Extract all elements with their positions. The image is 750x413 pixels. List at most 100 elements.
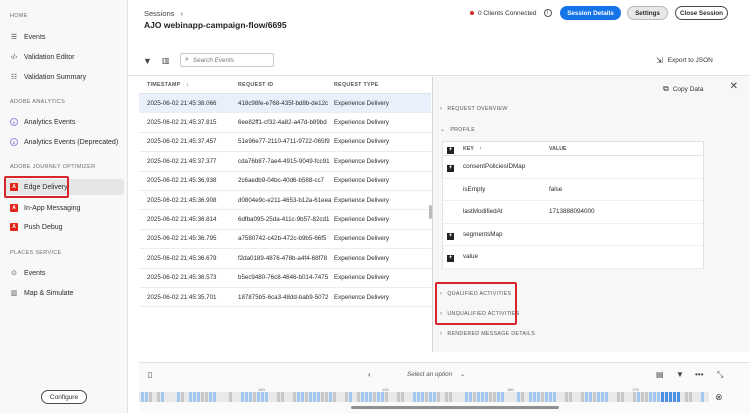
timeline-event-marker[interactable]	[597, 392, 600, 402]
timeline-event-marker[interactable]	[185, 392, 188, 402]
timeline-event-marker[interactable]	[669, 392, 672, 402]
timeline-event-marker[interactable]	[473, 392, 476, 402]
timeline-event-marker[interactable]	[581, 392, 584, 402]
timeline-event-marker[interactable]	[169, 392, 172, 402]
timeline-event-marker[interactable]	[649, 392, 652, 402]
timeline-event-marker[interactable]	[469, 392, 472, 402]
collapse-icon[interactable]: ⤡	[717, 370, 723, 380]
timeline-event-marker[interactable]	[229, 392, 232, 402]
timeline-event-marker[interactable]	[417, 392, 420, 402]
sidebar-item-in-app-messaging[interactable]: A In-App Messaging	[4, 200, 124, 216]
timeline-event-marker[interactable]	[405, 392, 408, 402]
expand-icon[interactable]: +	[447, 165, 454, 173]
timeline-event-marker[interactable]	[357, 392, 360, 402]
timeline-event-marker[interactable]	[241, 392, 244, 402]
timeline-event-marker[interactable]	[601, 392, 604, 402]
timeline-event-marker[interactable]	[661, 392, 664, 402]
timeline-event-marker[interactable]	[309, 392, 312, 402]
table-row[interactable]: 2025-06-02 21:45:37.377 cda76b87-7ae4-491…	[139, 152, 431, 172]
timeline-event-marker[interactable]	[249, 392, 252, 402]
timeline-event-marker[interactable]	[141, 392, 144, 402]
timeline-event-marker[interactable]	[321, 392, 324, 402]
timeline-event-marker[interactable]	[181, 392, 184, 402]
timeline-event-marker[interactable]	[225, 392, 228, 402]
timeline-event-marker[interactable]	[629, 392, 632, 402]
timeline-event-marker[interactable]	[429, 392, 432, 402]
timeline-event-marker[interactable]	[217, 392, 220, 402]
timeline-event-marker[interactable]	[585, 392, 588, 402]
search-input[interactable]	[192, 56, 268, 64]
column-key[interactable]: + KEY ↑	[443, 146, 549, 154]
profile-row[interactable]: + consentPoliciesIDMap	[443, 156, 703, 179]
section-qualified-activities[interactable]: › QUALIFIED ACTIVITIES	[440, 291, 511, 297]
info-icon[interactable]: i	[543, 9, 552, 17]
timeline-event-marker[interactable]	[569, 392, 572, 402]
timeline-event-marker[interactable]	[541, 392, 544, 402]
sidebar-item-map-simulate[interactable]: ▥ Map & Simulate	[4, 285, 124, 301]
table-row[interactable]: 2025-06-02 21:45:36.908 d0804e9c-e211-465…	[139, 191, 431, 211]
timeline-event-marker[interactable]	[333, 392, 336, 402]
timeline-event-marker[interactable]	[477, 392, 480, 402]
timeline-event-marker[interactable]	[201, 392, 204, 402]
timeline-event-marker[interactable]	[677, 392, 680, 402]
section-unqualified-activities[interactable]: › UNQUALIFIED ACTIVITIES	[440, 311, 520, 317]
timeline-event-marker[interactable]	[433, 392, 436, 402]
table-row[interactable]: 2025-06-02 21:45:35.701 187875b5-6ca3-48d…	[139, 288, 431, 308]
timeline-event-marker[interactable]	[645, 392, 648, 402]
timeline-event-marker[interactable]	[145, 392, 148, 402]
timeline-event-marker[interactable]	[593, 392, 596, 402]
timeline-event-marker[interactable]	[637, 392, 640, 402]
timeline-event-marker[interactable]	[285, 392, 288, 402]
timeline-event-marker[interactable]	[233, 392, 236, 402]
table-row[interactable]: 2025-06-02 21:45:38.066 418c98fe-e768-435…	[139, 94, 431, 114]
sidebar-item-places-events[interactable]: ⊙ Events	[4, 265, 124, 281]
sidebar-item-push-debug[interactable]: A Push Debug	[4, 219, 124, 235]
timeline-event-marker[interactable]	[561, 392, 564, 402]
timeline-event-marker[interactable]	[401, 392, 404, 402]
timeline-event-marker[interactable]	[205, 392, 208, 402]
notes-icon[interactable]: ▤	[656, 370, 664, 379]
timeline-event-marker[interactable]	[189, 392, 192, 402]
section-profile[interactable]: ⌄ PROFILE	[440, 126, 475, 134]
timeline-event-marker[interactable]	[373, 392, 376, 402]
timeline-event-marker[interactable]	[657, 392, 660, 402]
timeline-event-marker[interactable]	[277, 392, 280, 402]
timeline-event-marker[interactable]	[625, 392, 628, 402]
timeline-event-marker[interactable]	[685, 392, 688, 402]
timeline-event-marker[interactable]	[521, 392, 524, 402]
timeline-event-marker[interactable]	[425, 392, 428, 402]
expand-all-icon[interactable]: +	[447, 146, 454, 154]
timeline-event-marker[interactable]	[565, 392, 568, 402]
timeline-event-marker[interactable]	[545, 392, 548, 402]
close-icon[interactable]: ✕	[730, 81, 738, 92]
timeline-event-marker[interactable]	[509, 392, 512, 402]
timeline-event-marker[interactable]	[609, 392, 612, 402]
table-row[interactable]: 2025-06-02 21:45:36.573 b5ec9480-76c8-464…	[139, 269, 431, 288]
timeline-event-marker[interactable]	[385, 392, 388, 402]
timeline-event-marker[interactable]	[453, 392, 456, 402]
timeline-event-marker[interactable]	[297, 392, 300, 402]
timeline-event-marker[interactable]	[317, 392, 320, 402]
timeline-event-marker[interactable]	[365, 392, 368, 402]
timeline-event-marker[interactable]	[413, 392, 416, 402]
timeline-event-marker[interactable]	[269, 392, 272, 402]
column-request-id[interactable]: REQUEST ID	[238, 82, 334, 88]
sidebar-item-analytics-events[interactable]: a Analytics Events	[4, 114, 124, 130]
chevron-left-icon[interactable]: ‹	[368, 370, 371, 379]
filter-icon[interactable]: ▼	[676, 370, 684, 379]
timeline-event-marker[interactable]	[213, 392, 216, 402]
clear-timeline-icon[interactable]: ⊗	[715, 392, 723, 403]
columns-icon[interactable]: ▥	[162, 56, 170, 65]
more-icon[interactable]: •••	[695, 370, 703, 379]
timeline-event-marker[interactable]	[461, 392, 464, 402]
close-session-button[interactable]: Close Session	[675, 6, 728, 20]
timeline-event-marker[interactable]	[553, 392, 556, 402]
timeline-event-marker[interactable]	[337, 392, 340, 402]
timeline-event-marker[interactable]	[369, 392, 372, 402]
session-details-button[interactable]: Session Details	[560, 6, 621, 20]
timeline-event-marker[interactable]	[409, 392, 412, 402]
timeline-event-marker[interactable]	[153, 392, 156, 402]
timeline-event-marker[interactable]	[161, 392, 164, 402]
timeline-event-marker[interactable]	[265, 392, 268, 402]
timeline-event-marker[interactable]	[177, 392, 180, 402]
